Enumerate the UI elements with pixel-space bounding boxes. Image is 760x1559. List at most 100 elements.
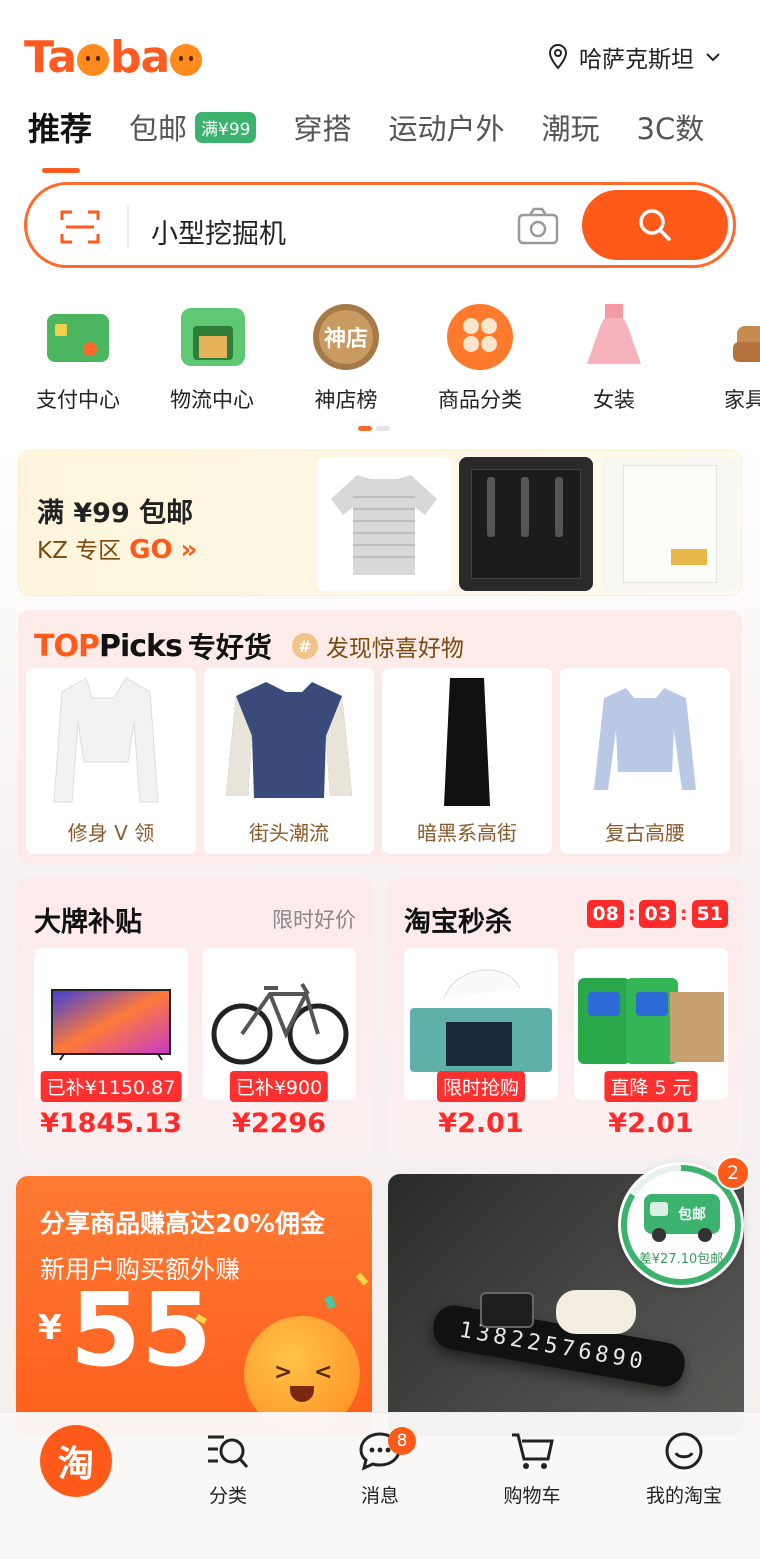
top-picks-zhuan: 专好货	[187, 631, 272, 664]
free-shipping-badge-count: 2	[716, 1156, 750, 1190]
logo-face-icon	[77, 44, 110, 76]
share-commission-banner[interactable]: 分享商品赚高达20%佣金 新用户购买额外赚 ¥ 55 > <	[16, 1176, 372, 1436]
promo-product-cosmetics[interactable]	[459, 457, 593, 591]
tv-image	[51, 989, 171, 1061]
flash-sale-tag: 限时抢购	[436, 1071, 526, 1102]
product-price: ¥2296	[232, 1108, 326, 1139]
timer-separator: :	[627, 903, 636, 925]
sofa-icon	[713, 300, 760, 370]
flash-sale-card[interactable]: 淘宝秒杀 08: 03: 51 限时抢购 ¥2.01 直降 5 元 ¥2.01	[388, 878, 742, 1156]
location-selector[interactable]: 哈萨克斯坦	[547, 40, 722, 74]
brand-subsidy-card[interactable]: 大牌补贴 限时好价 已补¥1150.87 ¥1845.13 已补¥900 ¥22…	[18, 878, 372, 1156]
flash-sale-tag: 直降 5 元	[604, 1071, 698, 1102]
share-banner-amount: 55	[70, 1271, 212, 1390]
nav-item-profile[interactable]: 我的淘宝	[624, 1431, 744, 1508]
location-pin-icon	[548, 43, 568, 70]
promo-product-notepad[interactable]	[601, 457, 737, 591]
pick-item[interactable]: 街头潮流	[204, 668, 374, 854]
brand-subsidy-title: 大牌补贴	[34, 907, 142, 938]
tube-image	[521, 477, 529, 537]
subsidy-tag: 已补¥1150.87	[40, 1071, 182, 1102]
pick-item[interactable]: 复古高腰	[560, 668, 730, 854]
blue-knit-top-image	[594, 688, 696, 790]
share-banner-line1: 分享商品赚高达20%佣金	[40, 1209, 325, 1238]
product-price: ¥2.01	[608, 1108, 694, 1139]
category-flower-icon	[445, 300, 515, 370]
varsity-jacket-image	[226, 682, 352, 798]
search-input[interactable]: 小型挖掘机	[151, 212, 286, 251]
timer-separator: :	[679, 903, 688, 925]
location-label: 哈萨克斯坦	[579, 47, 694, 73]
tissue-box-image	[410, 969, 552, 1072]
flash-sale-title: 淘宝秒杀	[404, 907, 512, 938]
top-picks-picks: Picks	[98, 628, 183, 664]
promo-go-link[interactable]: GO	[129, 535, 172, 565]
share-banner-currency: ¥	[38, 1308, 62, 1348]
dress-icon	[579, 300, 649, 370]
tab-free-shipping[interactable]: 包邮 满¥99	[129, 106, 257, 148]
quick-links: 支付中心 物流中心 神店 神店榜 商品分类 女装 家具	[0, 300, 760, 415]
quick-link-womens-wear[interactable]: 女装	[548, 300, 680, 414]
search-button[interactable]	[582, 190, 728, 260]
cat-figurine-image	[556, 1290, 636, 1334]
quick-link-categories[interactable]: 商品分类	[414, 300, 546, 414]
pick-item[interactable]: 修身 V 领	[26, 668, 196, 854]
tube-image	[555, 477, 563, 537]
free-shipping-widget[interactable]: 包邮 差¥27.10包邮 2	[618, 1156, 750, 1288]
search-divider	[127, 205, 129, 247]
top-picks-header[interactable]: TOP Picks 专好货 # 发现惊喜好物	[34, 626, 464, 666]
tab-recommend[interactable]: 推荐	[28, 104, 92, 173]
home-icon[interactable]: 淘	[40, 1425, 112, 1497]
nav-item-cart[interactable]: 购物车	[472, 1431, 592, 1508]
quick-link-payment[interactable]: 支付中心	[12, 300, 144, 414]
promo-title: 满 ¥99 包邮	[37, 498, 194, 529]
top-picks-section: TOP Picks 专好货 # 发现惊喜好物 修身 V 领 街头潮流 暗黑系高街…	[18, 610, 742, 864]
profile-icon	[665, 1432, 703, 1470]
black-skirt-image	[444, 678, 490, 806]
promo-product-sweater[interactable]	[317, 457, 451, 591]
quick-link-top-shops[interactable]: 神店 神店榜	[280, 300, 412, 414]
logistics-box-icon	[177, 300, 247, 370]
truck-icon: 包邮	[644, 1194, 720, 1242]
taobao-home-page: Ta ba 哈萨克斯坦 推荐 包邮 满¥99 穿搭 运动户外 潮玩 3C数 小型挖掘…	[0, 0, 760, 1559]
countdown-timer: 08: 03: 51	[587, 900, 728, 928]
tab-3c-digital[interactable]: 3C数	[637, 106, 705, 148]
payment-card-icon	[43, 300, 113, 370]
camera-icon[interactable]	[517, 207, 559, 245]
free-shipping-promo[interactable]: 满 ¥99 包邮 KZ 专区 GO»	[18, 450, 742, 596]
logo-face-icon	[170, 44, 203, 76]
white-cardigan-image	[53, 677, 159, 803]
search-bar: 小型挖掘机	[24, 182, 736, 268]
quick-link-logistics[interactable]: 物流中心	[146, 300, 278, 414]
quick-link-furniture[interactable]: 家具	[682, 300, 760, 414]
pager-dot	[376, 426, 390, 431]
hashtag-icon: #	[291, 633, 318, 659]
promo-subtitle: KZ 专区 GO»	[37, 535, 198, 565]
tab-outfits[interactable]: 穿搭	[293, 106, 351, 148]
notepad-label-image	[671, 549, 707, 565]
brand-subsidy-hint: 限时好价	[272, 908, 356, 932]
category-search-icon	[208, 1435, 249, 1468]
product-price: ¥2.01	[438, 1108, 524, 1139]
sweater-image	[331, 475, 437, 575]
shop-ranking-icon: 神店	[311, 300, 381, 370]
tab-sports-outdoor[interactable]: 运动户外	[389, 106, 505, 148]
free-shipping-badge: 满¥99	[195, 111, 257, 143]
timer-minutes: 03	[639, 900, 676, 928]
cart-icon	[512, 1433, 554, 1469]
free-shipping-remaining: 差¥27.10包邮	[638, 1252, 724, 1267]
nav-item-messages[interactable]: 8 消息	[320, 1427, 440, 1508]
timer-seconds: 51	[691, 900, 728, 928]
nav-label-category: 分类	[208, 1485, 247, 1507]
scan-icon[interactable]	[60, 208, 100, 246]
tab-trendy-toys[interactable]: 潮玩	[542, 106, 600, 148]
pager-dot-active	[358, 426, 372, 431]
nav-label-cart: 购物车	[503, 1485, 561, 1507]
tube-image	[487, 477, 495, 537]
radio-figurine-image	[480, 1292, 534, 1328]
pick-item[interactable]: 暗黑系高街	[382, 668, 552, 854]
confetti-icon	[355, 1272, 369, 1286]
taobao-logo[interactable]: Ta ba	[24, 34, 203, 82]
nav-item-category[interactable]: 分类	[168, 1431, 288, 1508]
nav-label-profile: 我的淘宝	[645, 1485, 722, 1507]
